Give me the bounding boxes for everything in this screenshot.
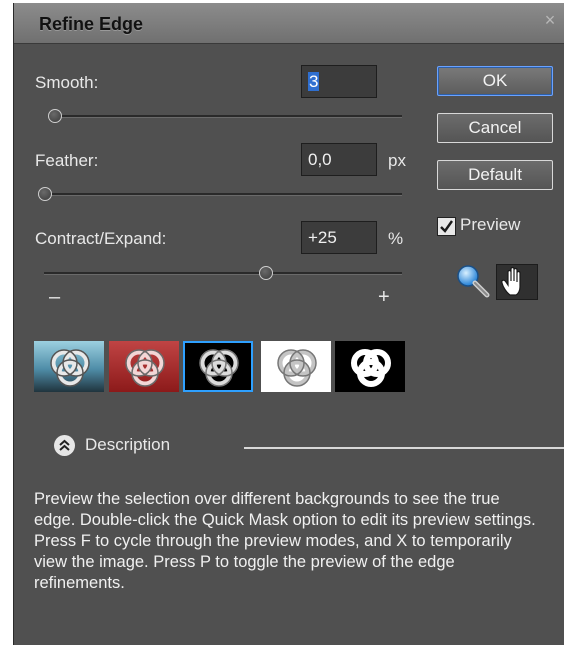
description-text: Preview the selection over different bac… — [34, 490, 536, 592]
contract-expand-label: Contract/Expand: — [35, 229, 167, 248]
smooth-label: Smooth: — [35, 73, 99, 92]
dialog-title: Refine Edge — [39, 14, 144, 34]
knot-icon — [277, 349, 317, 387]
smooth-slider-thumb[interactable] — [48, 109, 62, 123]
knot-icon — [125, 349, 165, 387]
divider — [244, 447, 564, 449]
view-mask-thumb[interactable] — [335, 341, 405, 392]
description-label: Description — [85, 435, 171, 454]
view-on-white-thumb[interactable] — [261, 341, 331, 392]
zoom-icon[interactable] — [453, 261, 493, 301]
feather-slider-track[interactable] — [41, 193, 402, 196]
contract-expand-slider-track[interactable] — [44, 272, 402, 275]
smooth-field[interactable]: 3 — [301, 65, 377, 98]
smooth-slider-track[interactable] — [51, 115, 402, 118]
close-icon[interactable]: × — [542, 11, 558, 29]
knot-icon — [50, 349, 90, 387]
smooth-value: 3 — [308, 72, 320, 91]
cancel-button[interactable]: Cancel — [437, 113, 553, 143]
contract-expand-value: +25 — [308, 228, 337, 247]
ok-button[interactable]: OK — [437, 66, 553, 96]
feather-unit: px — [388, 151, 406, 170]
refine-edge-dialog: Refine Edge × Smooth: 3 Feather: 0,0 px … — [13, 3, 564, 645]
checkmark-icon — [440, 220, 453, 233]
feather-value: 0,0 — [308, 150, 332, 169]
feather-slider-thumb[interactable] — [38, 187, 52, 201]
title-bar[interactable]: Refine Edge × — [14, 3, 564, 44]
contract-expand-field[interactable]: +25 — [301, 221, 377, 254]
feather-field[interactable]: 0,0 — [301, 143, 377, 176]
chevron-up-double-icon — [59, 439, 70, 451]
knot-icon — [199, 349, 239, 387]
preview-checkbox[interactable] — [437, 217, 456, 236]
contract-minus-label: – — [49, 286, 61, 308]
knot-icon — [351, 349, 391, 387]
contract-expand-slider-thumb[interactable] — [259, 266, 273, 280]
collapse-toggle-button[interactable] — [54, 435, 75, 456]
view-on-black-thumb[interactable] — [183, 341, 253, 392]
view-standard-thumb[interactable] — [34, 341, 104, 392]
contract-expand-unit: % — [388, 229, 404, 248]
hand-tool-button[interactable] — [496, 264, 538, 300]
view-quick-mask-thumb[interactable] — [109, 341, 179, 392]
default-button[interactable]: Default — [437, 160, 553, 190]
feather-label: Feather: — [35, 151, 99, 170]
preview-label: Preview — [460, 215, 521, 234]
expand-plus-label: + — [378, 286, 390, 308]
hand-icon — [501, 266, 521, 296]
